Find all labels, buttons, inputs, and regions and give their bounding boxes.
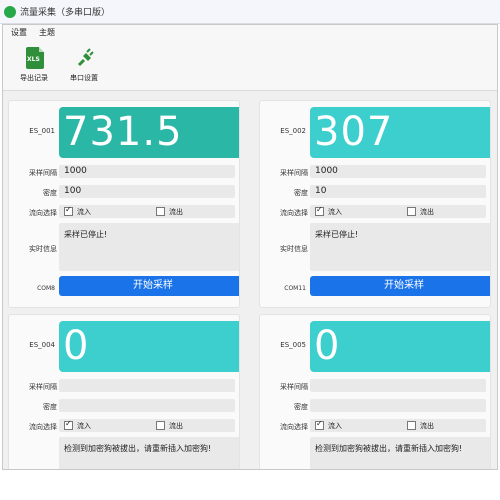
info-message: 检测到加密狗被拔出，请重新插入加密狗! (315, 444, 463, 453)
density-field[interactable] (310, 399, 486, 412)
interval-label: 采样间隔 (280, 169, 308, 177)
info-box: 检测到加密狗被拔出，请重新插入加密狗! (310, 437, 490, 469)
value-display: 0 (310, 321, 490, 372)
interval-value: 1000 (64, 166, 87, 176)
density-label: 密度 (294, 403, 308, 411)
flow-in-label: 流入 (77, 208, 91, 216)
value-readout: 307 (314, 109, 394, 155)
info-message: 采样已停止! (315, 230, 359, 239)
export-records-label: 导出记录 (20, 74, 48, 82)
info-box: 检测到加密狗被拔出，请重新插入加密狗! (59, 437, 239, 469)
toolbar: XLS 导出记录 串口设置 (3, 39, 497, 91)
flow-in-label: 流入 (328, 208, 342, 216)
app-icon (4, 6, 16, 18)
density-label: 密度 (294, 189, 308, 197)
export-records-button[interactable]: XLS 导出记录 (9, 45, 59, 85)
flow-out-checkbox[interactable] (156, 421, 165, 430)
flow-label: 流向选择 (280, 423, 308, 431)
value-display: 307 (310, 107, 490, 158)
device-panel-es005: ES_005 0 采样间隔 密度 流向选择 流入 流出 检测到加密狗被拔出，请重… (259, 314, 491, 469)
density-field[interactable] (310, 185, 486, 198)
device-id: ES_005 (280, 341, 306, 349)
menu-bar: 设置 主题 (3, 25, 497, 39)
menu-theme[interactable]: 主题 (39, 27, 55, 38)
density-field[interactable] (59, 399, 235, 412)
interval-label: 采样间隔 (280, 383, 308, 391)
device-id: ES_002 (280, 127, 306, 135)
density-field[interactable] (59, 185, 235, 198)
interval-label: 采样间隔 (29, 383, 57, 391)
flow-in-checkbox[interactable] (315, 419, 324, 430)
excel-icon: XLS (26, 47, 44, 69)
start-sampling-button[interactable]: 开始采样 (310, 276, 490, 296)
info-box: 采样已停止! (59, 223, 239, 271)
flow-in-checkbox[interactable] (64, 419, 73, 430)
com-port-label: COM11 (284, 285, 306, 292)
interval-value: 1000 (315, 166, 338, 176)
flow-in-label: 流入 (328, 422, 342, 430)
device-panel-es004: ES_004 0 采样间隔 密度 流向选择 流入 流出 检测到加密狗被拔出，请重… (8, 314, 240, 469)
plug-icon (77, 48, 94, 67)
flow-out-checkbox[interactable] (407, 207, 416, 216)
flow-in-checkbox[interactable] (315, 205, 324, 216)
device-panel-es002: ES_002 307 采样间隔 1000 密度 10 流向选择 流入 流出 实时… (259, 100, 491, 308)
flow-in-checkbox[interactable] (64, 205, 73, 216)
flow-in-label: 流入 (77, 422, 91, 430)
menu-settings[interactable]: 设置 (11, 27, 27, 38)
value-readout: 0 (63, 323, 90, 369)
flow-label: 流向选择 (280, 209, 308, 217)
serial-settings-label: 串口设置 (70, 74, 98, 82)
flow-label: 流向选择 (29, 423, 57, 431)
flow-out-checkbox[interactable] (407, 421, 416, 430)
value-display: 0 (59, 321, 239, 372)
serial-settings-button[interactable]: 串口设置 (59, 45, 109, 85)
value-readout: 0 (314, 323, 341, 369)
density-label: 密度 (43, 403, 57, 411)
interval-label: 采样间隔 (29, 169, 57, 177)
interval-field[interactable] (59, 379, 235, 392)
info-message: 采样已停止! (64, 230, 108, 239)
flow-out-label: 流出 (169, 208, 183, 216)
title-bar: 流量采集（多串口版） (0, 0, 500, 24)
flow-out-checkbox[interactable] (156, 207, 165, 216)
device-id: ES_004 (29, 341, 55, 349)
interval-field[interactable] (310, 379, 486, 392)
device-panel-es001: ES_001 731.5 采样间隔 1000 密度 100 流向选择 流入 流出… (8, 100, 240, 308)
flow-out-label: 流出 (420, 422, 434, 430)
flow-out-label: 流出 (169, 422, 183, 430)
start-sampling-button[interactable]: 开始采样 (59, 276, 239, 296)
info-message: 检测到加密狗被拔出，请重新插入加密狗! (64, 444, 212, 453)
app-window: 设置 主题 XLS 导出记录 串口设置 ES_001 731.5 采样间隔 10… (2, 24, 498, 470)
density-value: 100 (64, 186, 82, 196)
flow-label: 流向选择 (29, 209, 57, 217)
device-id: ES_001 (29, 127, 55, 135)
info-box: 采样已停止! (310, 223, 490, 271)
com-port-label: COM8 (37, 285, 55, 292)
value-display: 731.5 (59, 107, 239, 158)
value-readout: 731.5 (63, 109, 183, 155)
density-value: 10 (315, 186, 327, 196)
info-label: 实时信息 (29, 245, 57, 253)
window-title: 流量采集（多串口版） (20, 8, 111, 18)
info-label: 实时信息 (280, 245, 308, 253)
density-label: 密度 (43, 189, 57, 197)
flow-out-label: 流出 (420, 208, 434, 216)
